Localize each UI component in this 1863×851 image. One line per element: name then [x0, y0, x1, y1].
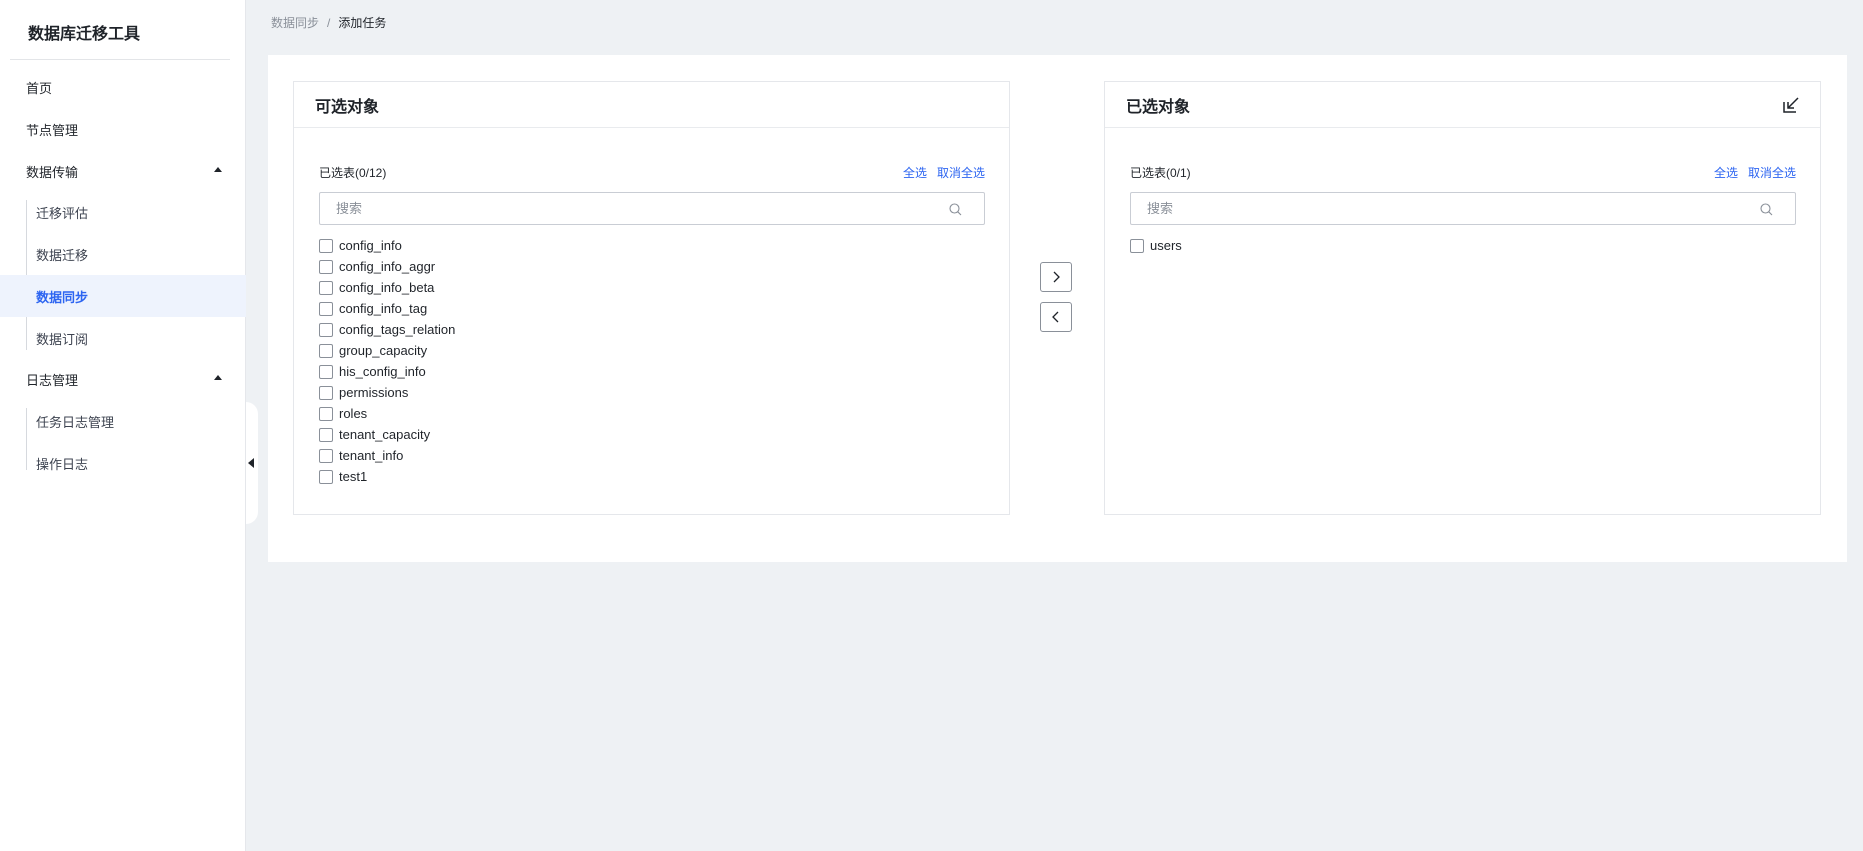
panel-title: 已选对象: [1126, 98, 1191, 116]
select-all-link[interactable]: 全选: [1714, 164, 1738, 181]
search-icon[interactable]: [949, 203, 962, 216]
breadcrumb-parent[interactable]: 数据同步: [271, 14, 319, 31]
sidebar-item-migrate[interactable]: 数据迁移: [0, 233, 246, 275]
sidebar-item-label: 任务日志管理: [36, 414, 115, 430]
sidebar-item-op-log[interactable]: 操作日志: [0, 442, 246, 484]
search-box: [1130, 192, 1796, 225]
table-name: his_config_info: [339, 364, 426, 379]
selected-objects-panel: 已选对象 已选表(0/1) 全选 取消全选 users: [1104, 81, 1821, 515]
table-name: tenant_info: [339, 448, 404, 463]
table-name: tenant_capacity: [339, 427, 431, 442]
search-input[interactable]: [336, 201, 936, 216]
table-name: users: [1150, 238, 1182, 253]
breadcrumb: 数据同步 / 添加任务: [271, 14, 386, 31]
table-row[interactable]: roles: [319, 403, 455, 424]
table-row[interactable]: group_capacity: [319, 340, 455, 361]
caret-up-icon: [214, 167, 222, 172]
select-all-link[interactable]: 全选: [903, 164, 927, 181]
table-checkbox[interactable]: [319, 469, 333, 484]
sidebar-item-label: 节点管理: [26, 122, 79, 138]
sidebar-item-home[interactable]: 首页: [0, 66, 246, 108]
table-checkbox[interactable]: [319, 301, 333, 316]
deselect-all-link[interactable]: 取消全选: [937, 164, 985, 181]
table-row[interactable]: config_info: [319, 235, 455, 256]
table-name: test1: [339, 469, 368, 484]
table-row[interactable]: config_info_beta: [319, 277, 455, 298]
table-checkbox[interactable]: [319, 385, 333, 400]
table-row[interactable]: test1: [319, 466, 455, 487]
table-row[interactable]: tenant_info: [319, 445, 455, 466]
sidebar-item-subscribe[interactable]: 数据订阅: [0, 317, 246, 359]
table-checkbox[interactable]: [319, 364, 333, 379]
chevron-right-icon: [1053, 271, 1060, 283]
table-name: config_info_tag: [339, 301, 428, 316]
table-name: config_info_beta: [339, 280, 435, 295]
sidebar-item-label: 首页: [26, 80, 53, 96]
breadcrumb-current: 添加任务: [338, 16, 387, 30]
search-icon[interactable]: [1760, 203, 1773, 216]
panel-title: 可选对象: [294, 82, 1009, 128]
table-row[interactable]: permissions: [319, 382, 455, 403]
selected-count-label: 已选表(0/1): [1130, 166, 1191, 180]
selected-count-label: 已选表(0/12): [319, 166, 387, 180]
sidebar: 数据库迁移工具 首页 节点管理 数据传输 迁移评估 数据迁移 数据同步 数据订阅…: [0, 0, 246, 851]
sidebar-item-nodes[interactable]: 节点管理: [0, 108, 246, 150]
table-name: group_capacity: [339, 343, 428, 358]
table-checkbox[interactable]: [319, 343, 333, 358]
panel-toolbar: 已选表(0/12) 全选 取消全选: [319, 162, 985, 180]
export-icon[interactable]: [1782, 96, 1800, 114]
selected-table-list: users: [1130, 235, 1182, 256]
table-checkbox[interactable]: [319, 280, 333, 295]
table-name: permissions: [339, 385, 409, 400]
sidebar-item-label: 数据订阅: [36, 331, 89, 347]
caret-up-icon: [214, 375, 222, 380]
panel-header: 已选对象: [1105, 82, 1820, 128]
table-checkbox[interactable]: [319, 427, 333, 442]
table-name: config_info_aggr: [339, 259, 436, 274]
main-card: 可选对象 已选表(0/12) 全选 取消全选 config_infoconfig…: [268, 55, 1847, 562]
table-checkbox[interactable]: [319, 406, 333, 421]
sidebar-group-logs[interactable]: 日志管理: [0, 358, 246, 400]
table-name: roles: [339, 406, 368, 421]
sidebar-collapse-handle[interactable]: [246, 402, 258, 524]
toolbar-links: 全选 取消全选: [1714, 164, 1796, 181]
sidebar-group-label: 日志管理: [26, 372, 79, 388]
table-name: config_info: [339, 238, 402, 253]
collapse-left-icon: [248, 458, 254, 468]
table-checkbox[interactable]: [319, 448, 333, 463]
sidebar-group-transfer[interactable]: 数据传输: [0, 150, 246, 192]
table-name: config_tags_relation: [339, 322, 456, 337]
table-checkbox[interactable]: [319, 259, 333, 274]
table-row[interactable]: config_info_tag: [319, 298, 455, 319]
sidebar-item-label: 数据同步: [36, 289, 89, 305]
available-table-list: config_info config_info_aggr config_info_b…: [319, 235, 455, 487]
table-row[interactable]: config_tags_relation: [319, 319, 455, 340]
table-checkbox[interactable]: [1130, 238, 1144, 253]
app-title: 数据库迁移工具: [28, 26, 141, 43]
sidebar-item-label: 迁移评估: [36, 205, 89, 221]
sidebar-item-sync[interactable]: 数据同步: [0, 275, 246, 317]
sidebar-divider: [10, 59, 230, 60]
sidebar-item-label: 数据迁移: [36, 247, 89, 263]
chevron-left-icon: [1052, 311, 1059, 323]
toolbar-links: 全选 取消全选: [903, 164, 985, 181]
sidebar-item-assess[interactable]: 迁移评估: [0, 191, 246, 233]
sidebar-group-label: 数据传输: [26, 164, 79, 180]
table-row[interactable]: users: [1130, 235, 1182, 256]
table-row[interactable]: config_info_aggr: [319, 256, 455, 277]
panel-toolbar: 已选表(0/1) 全选 取消全选: [1130, 162, 1796, 180]
search-box: [319, 192, 985, 225]
table-checkbox[interactable]: [319, 238, 333, 253]
move-left-button[interactable]: [1040, 302, 1072, 332]
breadcrumb-separator: /: [327, 15, 331, 30]
sidebar-item-label: 操作日志: [36, 456, 89, 472]
table-checkbox[interactable]: [319, 322, 333, 337]
deselect-all-link[interactable]: 取消全选: [1748, 164, 1796, 181]
table-row[interactable]: his_config_info: [319, 361, 455, 382]
table-row[interactable]: tenant_capacity: [319, 424, 455, 445]
available-objects-panel: 可选对象 已选表(0/12) 全选 取消全选 config_infoconfig…: [293, 81, 1010, 515]
move-right-button[interactable]: [1040, 262, 1072, 292]
sidebar-item-task-log[interactable]: 任务日志管理: [0, 400, 246, 442]
search-input[interactable]: [1147, 201, 1747, 216]
